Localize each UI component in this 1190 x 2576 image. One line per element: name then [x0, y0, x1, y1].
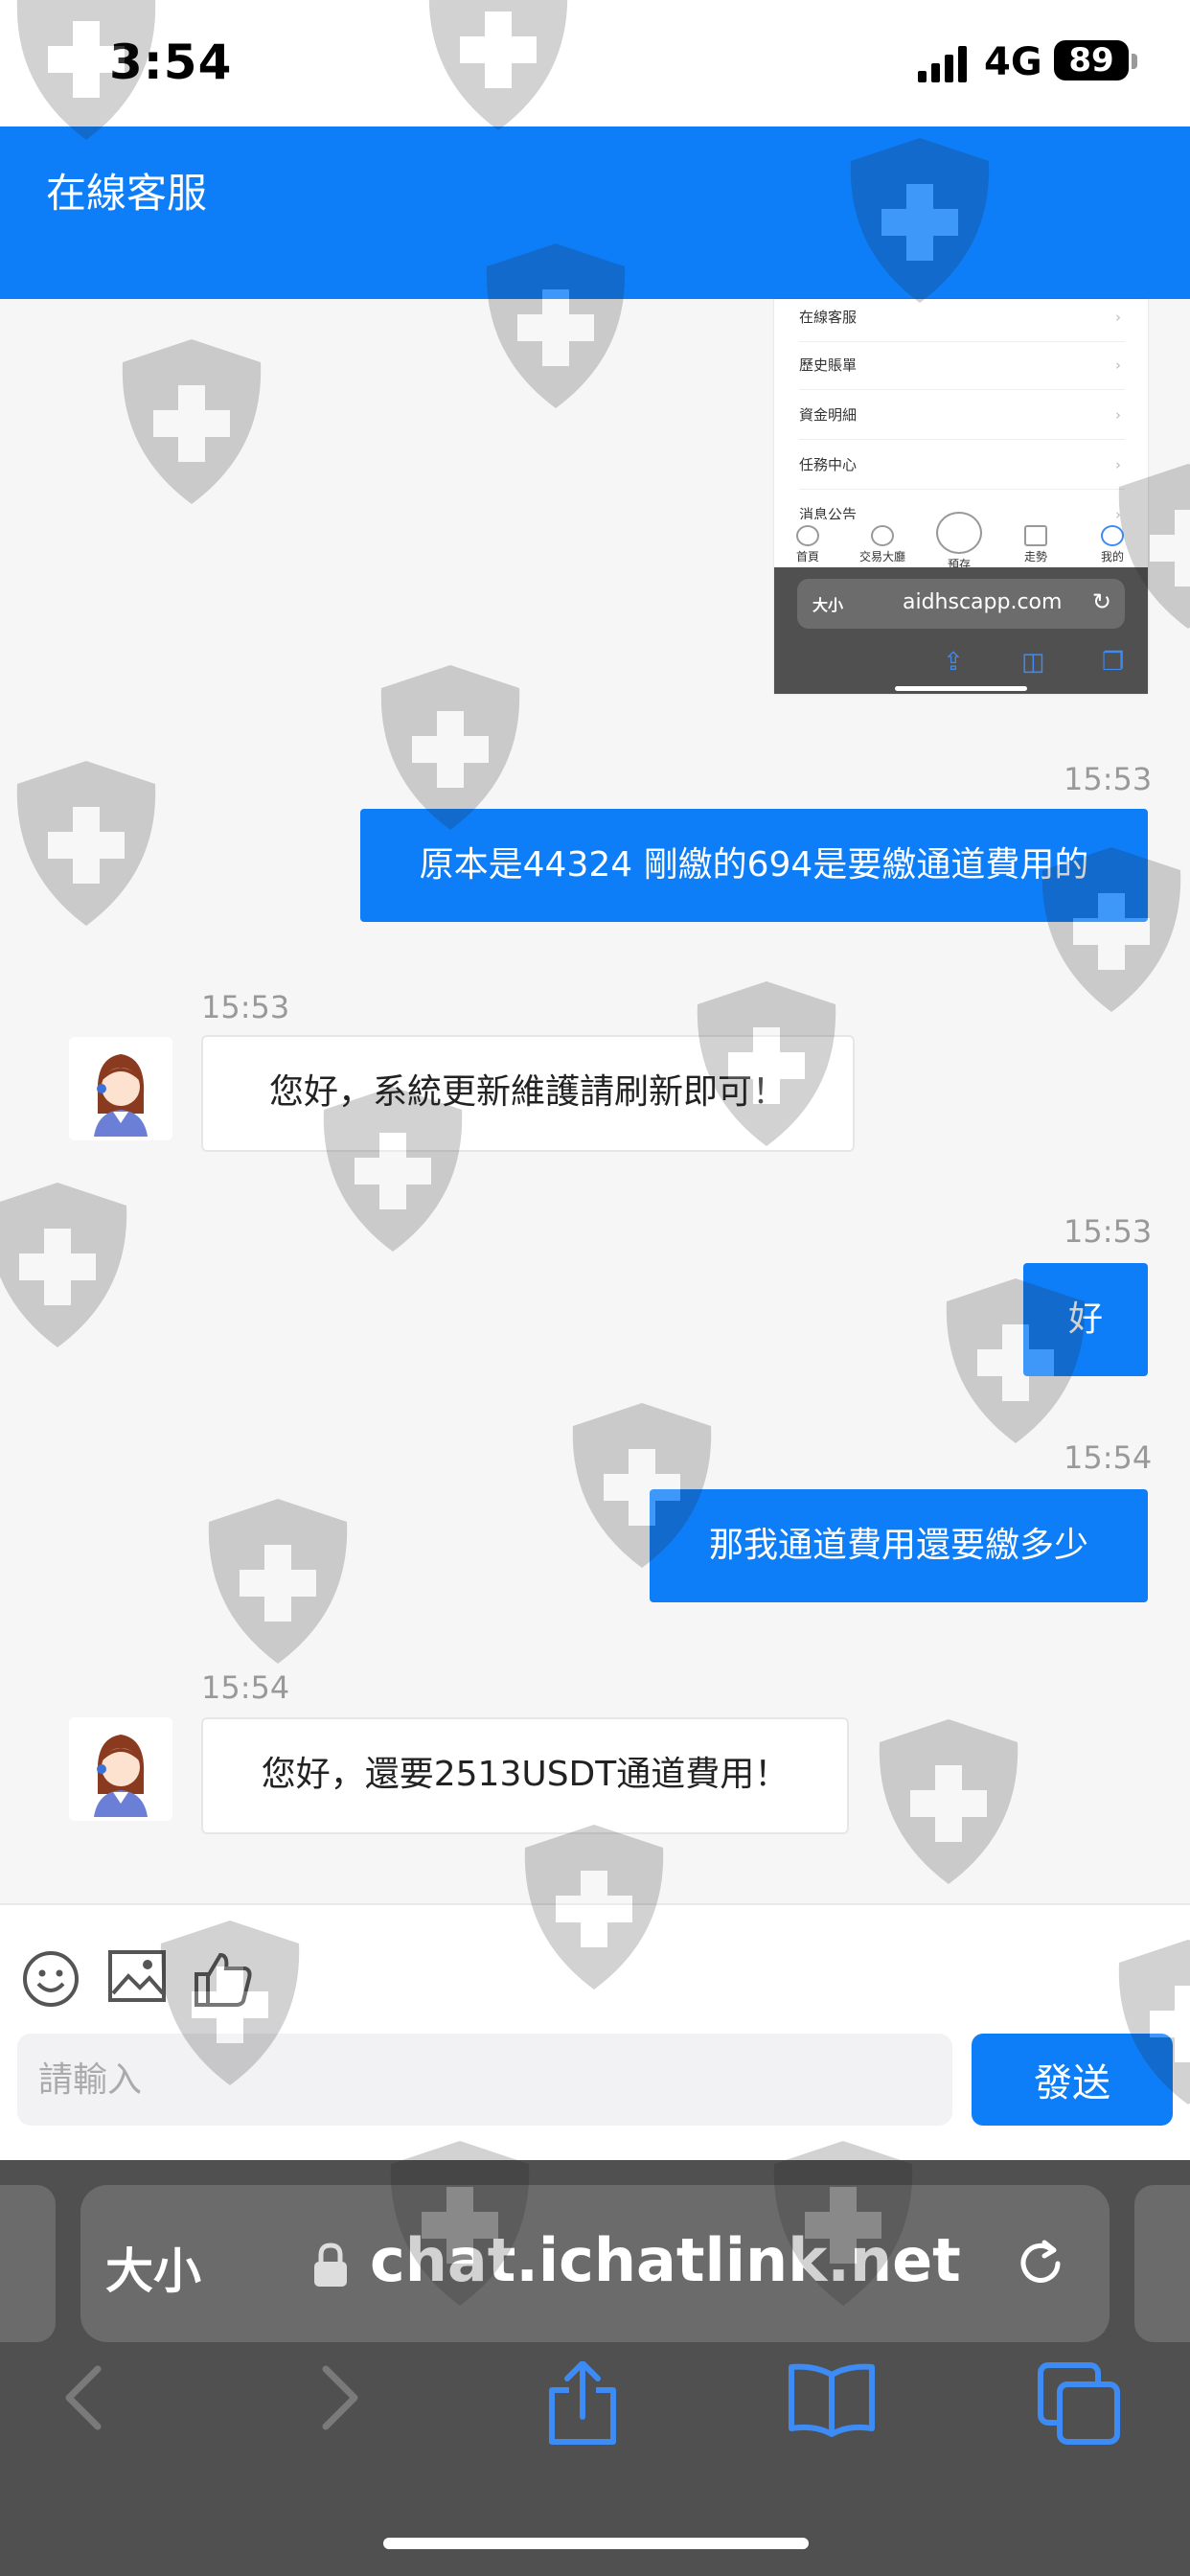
message-time: 15:54 [201, 1669, 290, 1706]
incoming-message[interactable]: 您好，還要2513USDT通道費用！ [201, 1717, 849, 1834]
fingerprint-icon [936, 512, 982, 554]
message-time: 15:53 [1064, 761, 1153, 797]
signal-icon [918, 46, 967, 82]
home-indicator [895, 686, 1027, 691]
previous-tab-preview[interactable] [0, 2185, 56, 2342]
chevron-right-icon: › [1115, 309, 1121, 326]
battery-tip [1132, 54, 1137, 69]
shield-watermark-icon [879, 1719, 1018, 1884]
emoji-icon[interactable] [21, 1949, 80, 2009]
outgoing-message[interactable]: 那我通道費用還要繳多少 [650, 1489, 1148, 1602]
home-indicator [383, 2538, 809, 2549]
shot-url-bar: 大小 aidhscapp.com ↻ [797, 579, 1125, 629]
lock-icon [314, 2242, 347, 2287]
user-icon [1101, 525, 1124, 546]
shield-watermark-icon [122, 339, 262, 504]
text-size-button[interactable]: 大小 [105, 2233, 201, 2302]
message-input[interactable] [17, 2034, 952, 2126]
message-time: 15:53 [201, 989, 290, 1025]
chevron-right-icon: › [1115, 456, 1121, 473]
shot-nav-item: 首頁 [774, 519, 841, 564]
agent-avatar [69, 1717, 172, 1821]
shot-nav-item: 預存 [926, 506, 993, 572]
bookmarks-icon[interactable] [786, 2361, 878, 2438]
share-icon: ⇪ [943, 648, 964, 677]
shot-url-domain: aidhscapp.com [903, 590, 1063, 614]
shot-nav-label: 首頁 [795, 550, 819, 564]
shot-menu-item: 資金明細 › [799, 391, 1125, 440]
trade-icon [871, 525, 894, 546]
message-time: 15:54 [1064, 1439, 1153, 1476]
agent-avatar-icon [94, 1735, 148, 1817]
shield-watermark-icon [208, 1499, 348, 1664]
forward-icon[interactable] [312, 2361, 366, 2434]
outgoing-message[interactable]: 好 [1023, 1263, 1148, 1376]
shot-menu-label: 歷史賬單 [799, 356, 858, 374]
shared-screenshot-image[interactable]: 在線客服 › 歷史賬單 › 資金明細 › 任務中心 › 消息公告 › 首頁 交易大廳 預存… [774, 299, 1148, 694]
shield-watermark-icon [16, 761, 156, 926]
agent-avatar-icon [94, 1054, 148, 1137]
shot-nav-label: 走勢 [1023, 550, 1047, 564]
back-icon[interactable] [57, 2361, 111, 2434]
shot-nav-item: 我的 [1079, 519, 1146, 564]
message-time: 15:53 [1064, 1213, 1153, 1250]
image-icon[interactable] [107, 1949, 167, 2003]
shot-nav-item: 走勢 [1002, 519, 1069, 564]
shot-menu-label: 資金明細 [799, 406, 858, 424]
status-time: 3:54 [109, 34, 233, 90]
outgoing-message[interactable]: 原本是44324 剛繳的694是要繳通道費用的 [360, 809, 1148, 922]
shot-menu-label: 在線客服 [799, 309, 858, 326]
send-button[interactable]: 發送 [972, 2034, 1173, 2126]
bookmarks-icon: ◫ [1021, 648, 1045, 677]
chart-icon [1024, 525, 1047, 546]
next-tab-preview[interactable] [1134, 2185, 1190, 2342]
shot-nav-item: 交易大廳 [849, 519, 916, 564]
shot-menu-label: 任務中心 [799, 456, 858, 473]
incoming-message[interactable]: 您好，系統更新維護請刷新即可！ [201, 1035, 855, 1152]
page-title: 在線客服 [46, 170, 208, 217]
battery-indicator: 89 [1054, 40, 1129, 80]
shield-watermark-icon [380, 665, 520, 830]
chevron-right-icon: › [1115, 406, 1121, 424]
shot-nav-label: 交易大廳 [858, 550, 905, 564]
tabs-icon: ❐ [1102, 648, 1125, 677]
shot-nav-label: 我的 [1100, 550, 1124, 564]
home-icon [796, 525, 819, 546]
thumbs-up-icon[interactable] [194, 1949, 253, 2009]
reload-icon[interactable] [1010, 2233, 1071, 2294]
tabs-icon[interactable] [1037, 2361, 1121, 2446]
shot-menu-item: 任務中心 › [799, 441, 1125, 490]
shot-browser-bar: 大小 aidhscapp.com ↻ ⇪ ◫ ❐ [774, 567, 1148, 694]
shot-menu-item: 歷史賬單 › [799, 341, 1125, 390]
network-type: 4G [984, 40, 1042, 84]
reload-icon: ↻ [1091, 588, 1111, 615]
chevron-right-icon: › [1115, 356, 1121, 374]
shield-watermark-icon [0, 1183, 127, 1347]
agent-avatar [69, 1037, 172, 1140]
url-domain[interactable]: chat.ichatlink.net [370, 2225, 961, 2295]
share-icon[interactable] [544, 2361, 621, 2446]
shot-menu-item: 在線客服 › [799, 299, 1125, 342]
shot-size-label: 大小 [812, 596, 844, 614]
